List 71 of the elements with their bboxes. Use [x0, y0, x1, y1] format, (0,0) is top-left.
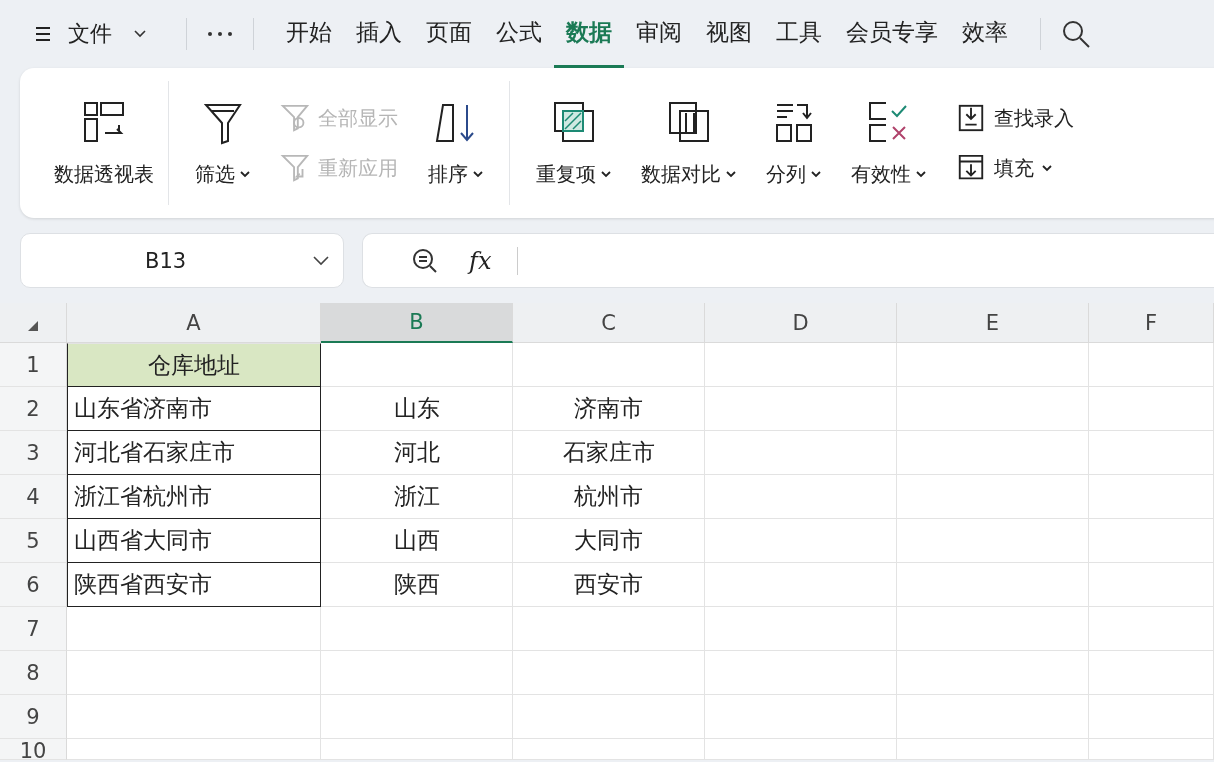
ribbon-button[interactable]: 查找录入	[956, 102, 1074, 134]
caret-icon	[240, 170, 250, 178]
table-cell: 仓库地址	[67, 343, 321, 387]
table-cell: 山西省大同市	[67, 519, 321, 563]
row-header[interactable]: 2	[0, 387, 67, 431]
clipboard-icon	[956, 102, 986, 134]
row-header[interactable]: 3	[0, 431, 67, 475]
caret-icon[interactable]	[134, 30, 146, 38]
column-header[interactable]: D	[705, 303, 897, 343]
row-header[interactable]: 10	[0, 739, 67, 760]
table-cell: 西安市	[513, 563, 705, 607]
row-header[interactable]: 6	[0, 563, 67, 607]
row-header[interactable]: 5	[0, 519, 67, 563]
caret-icon[interactable]	[313, 255, 329, 266]
table-cell: 河北省石家庄市	[67, 431, 321, 475]
caret-icon	[811, 170, 821, 178]
table-cell: 山东	[321, 387, 513, 431]
ribbon-tab[interactable]: 公式	[484, 0, 554, 68]
table-cell: 大同市	[513, 519, 705, 563]
search-icon[interactable]	[1061, 19, 1091, 49]
funnel-icon	[280, 102, 310, 134]
zoom-icon[interactable]	[411, 246, 439, 275]
ribbon-button[interactable]: 数据透视表	[54, 98, 154, 188]
row-header[interactable]: 9	[0, 695, 67, 739]
table-cell: 济南市	[513, 387, 705, 431]
ribbon-tab[interactable]: 插入	[344, 0, 414, 68]
ribbon-button[interactable]: 填充	[956, 152, 1074, 184]
ribbon-tab[interactable]: 页面	[414, 0, 484, 68]
caret-icon	[916, 170, 926, 178]
caret-icon	[1042, 164, 1052, 172]
column-header[interactable]: A	[67, 303, 321, 343]
more-icon[interactable]	[207, 31, 233, 37]
ribbon-button[interactable]: 数据对比	[641, 98, 736, 188]
ribbon-button[interactable]: 有效性	[851, 98, 926, 188]
function-label[interactable]: fx	[469, 246, 492, 275]
table-cell: 山西	[321, 519, 513, 563]
row-header[interactable]: 8	[0, 651, 67, 695]
column-header[interactable]: C	[513, 303, 705, 343]
caret-icon	[601, 170, 611, 178]
table-cell: 杭州市	[513, 475, 705, 519]
file-menu[interactable]: 文件	[68, 19, 112, 49]
funnel-icon	[280, 152, 310, 184]
ribbon-button[interactable]: 筛选	[195, 98, 250, 188]
table-cell: 石家庄市	[513, 431, 705, 475]
formula-field[interactable]: fx	[362, 233, 1214, 288]
select-all-icon[interactable]	[27, 320, 39, 332]
table-cell: 浙江	[321, 475, 513, 519]
column-header[interactable]: B	[321, 303, 513, 343]
ribbon-button[interactable]: 分列	[766, 98, 821, 188]
menu-icon[interactable]	[34, 25, 52, 43]
table-cell: 河北	[321, 431, 513, 475]
caret-icon	[726, 170, 736, 178]
table-cell: 陕西	[321, 563, 513, 607]
column-header[interactable]: E	[897, 303, 1089, 343]
table-cell: 陕西省西安市	[67, 563, 321, 607]
column-header[interactable]: F	[1089, 303, 1214, 343]
table-cell: 浙江省杭州市	[67, 475, 321, 519]
ribbon-tab[interactable]: 审阅	[624, 0, 694, 68]
caret-icon	[473, 170, 483, 178]
ribbon-tab[interactable]: 会员专享	[834, 0, 950, 68]
ribbon-tab[interactable]: 开始	[274, 0, 344, 68]
ribbon-tab[interactable]: 效率	[950, 0, 1020, 68]
name-box[interactable]: B13	[20, 233, 344, 288]
ribbon-tab[interactable]: 工具	[764, 0, 834, 68]
row-header[interactable]: 4	[0, 475, 67, 519]
ribbon-button[interactable]: 排序	[428, 98, 483, 188]
ribbon-button[interactable]: 重复项	[536, 98, 611, 188]
row-header[interactable]: 7	[0, 607, 67, 651]
table-cell: 山东省济南市	[67, 387, 321, 431]
row-header[interactable]: 1	[0, 343, 67, 387]
ribbon-tab[interactable]: 视图	[694, 0, 764, 68]
